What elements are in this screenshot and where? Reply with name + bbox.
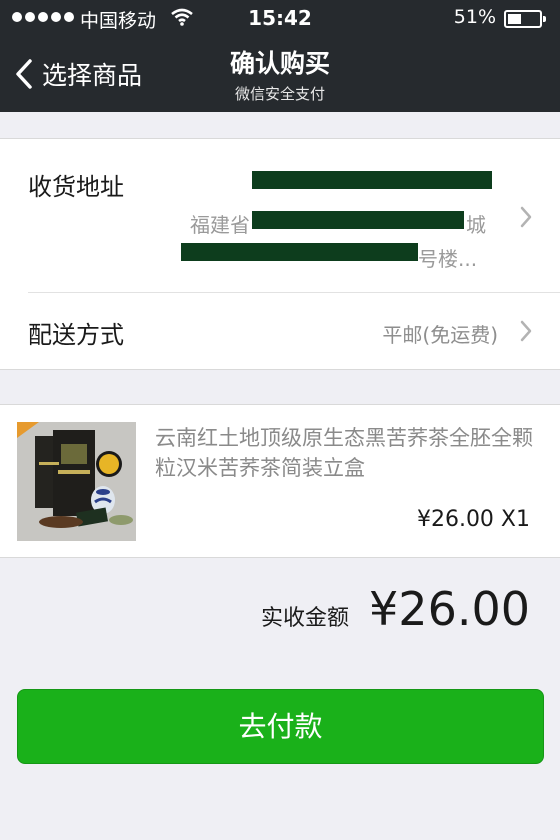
status-bar: 中国移动 15:42 51% [0,0,560,36]
shipping-address-row[interactable]: 收货地址 福建省 城 号楼... [0,139,560,292]
redaction-bar [252,171,492,189]
pay-button[interactable]: 去付款 [17,689,544,764]
delivery-value: 平邮(免运费) [382,323,498,347]
chevron-right-icon [520,206,532,228]
redaction-bar [252,211,464,229]
product-section: 云南红土地顶级原生态黑苦荞茶全胚全颗粒汉米苦荞茶简装立盒 ¥26.00 X1 [0,404,560,558]
order-total: 实收金额 ¥26.00 [261,582,530,636]
redaction-bar [181,243,418,261]
nav-bar: 选择商品 确认购买 微信安全支付 [0,36,560,112]
address-line-1-start: 福建省 [190,213,250,237]
page-title: 确认购买 [229,49,330,78]
address-section: 收货地址 福建省 城 号楼... 配送方式 平邮(免运费) [0,138,560,370]
address-line-1-end: 城 [466,213,486,237]
delivery-label: 配送方式 [28,321,124,349]
address-line-2-end: 号楼... [418,247,478,271]
product-price-quantity: ¥26.00 X1 [416,507,530,532]
delivery-method-row[interactable]: 配送方式 平邮(免运费) [0,293,560,369]
battery-percent: 51% [453,6,496,28]
total-amount: ¥26.00 [369,582,530,636]
product-title: 云南红土地顶级原生态黑苦荞茶全胚全颗粒汉米苦荞茶简装立盒 [155,426,533,480]
page-subtitle: 微信安全支付 [234,85,325,103]
battery-icon [504,10,546,28]
chevron-right-icon [520,320,532,342]
address-label: 收货地址 [28,173,124,201]
total-label: 实收金额 [261,606,350,631]
product-image [17,422,136,541]
